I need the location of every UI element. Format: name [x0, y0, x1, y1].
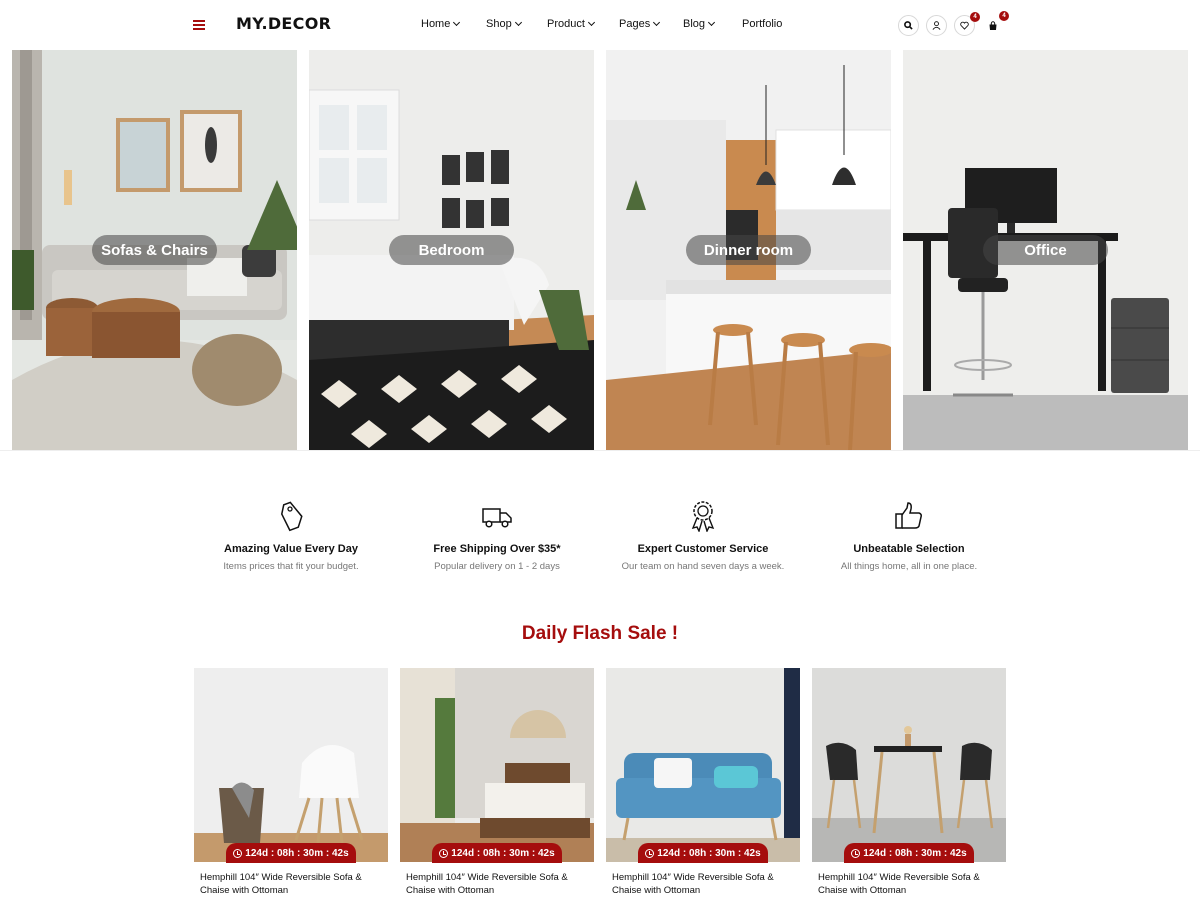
delivery-truck-icon [482, 508, 512, 528]
product-card[interactable]: 124d : 08h : 30m : 42s Hemphill 104″ Wid… [812, 668, 1006, 900]
category-label: Bedroom [389, 235, 514, 265]
category-label: Dinner room [686, 235, 811, 265]
feature-description: Our team on hand seven days a week. [621, 561, 785, 572]
account-button[interactable] [926, 15, 947, 36]
category-label: Office [983, 235, 1108, 265]
product-name[interactable]: Hemphill 104″ Wide Reversible Sofa & Cha… [818, 871, 1003, 897]
feature-description: Popular delivery on 1 - 2 days [434, 561, 560, 572]
category-banner-office[interactable]: Office [903, 50, 1188, 450]
nav-item-label: Product [547, 18, 585, 30]
chevron-down-icon [587, 18, 595, 27]
main-nav: Home Shop Product Pages Blog Portfolio [0, 18, 1200, 34]
nav-item-blog[interactable]: Blog [683, 18, 716, 30]
wishlist-count-badge: 4 [970, 12, 980, 22]
flash-sale-heading: Daily Flash Sale ! [521, 623, 679, 644]
feature-description: Items prices that fit your budget. [223, 561, 359, 572]
flash-sale-countdown: 124d : 08h : 30m : 42s [844, 843, 974, 863]
feature-expert-service: Expert Customer Service Our team on hand… [603, 500, 803, 572]
nav-item-pages[interactable]: Pages [619, 18, 661, 30]
product-image[interactable] [606, 668, 800, 862]
product-name[interactable]: Hemphill 104″ Wide Reversible Sofa & Cha… [406, 871, 591, 897]
feature-title: Unbeatable Selection [853, 543, 965, 555]
product-card[interactable]: 124d : 08h : 30m : 42s Hemphill 104″ Wid… [606, 668, 800, 900]
cart-icon [989, 20, 996, 30]
clock-icon [851, 848, 861, 858]
nav-item-portfolio[interactable]: Portfolio [742, 18, 782, 30]
feature-unbeatable-selection: Unbeatable Selection All things home, al… [809, 500, 1009, 572]
feature-title: Expert Customer Service [637, 543, 769, 555]
category-banner-bedroom[interactable]: Bedroom [309, 50, 594, 450]
feature-title: Amazing Value Every Day [224, 543, 358, 555]
chevron-down-icon [514, 18, 522, 27]
product-name[interactable]: Hemphill 104″ Wide Reversible Sofa & Cha… [200, 871, 385, 897]
chevron-down-icon [653, 18, 661, 27]
countdown-text: 124d : 08h : 30m : 42s [451, 847, 555, 859]
search-icon [904, 21, 913, 30]
feature-amazing-value: Amazing Value Every Day Items prices tha… [191, 500, 391, 572]
product-image[interactable] [812, 668, 1006, 862]
clock-icon [645, 848, 655, 858]
heart-icon [960, 21, 969, 30]
product-card[interactable]: 124d : 08h : 30m : 42s Hemphill 104″ Wid… [194, 668, 388, 900]
flash-sale-countdown: 124d : 08h : 30m : 42s [432, 843, 562, 863]
nav-item-label: Pages [619, 18, 651, 30]
product-image[interactable] [194, 668, 388, 862]
wishlist-button[interactable]: 4 [954, 12, 980, 36]
product-card[interactable]: 124d : 08h : 30m : 42s Hemphill 104″ Wid… [400, 668, 594, 900]
clock-icon [439, 848, 449, 858]
section-divider [0, 450, 1200, 451]
flash-sale-countdown: 124d : 08h : 30m : 42s [226, 843, 356, 863]
nav-item-label: Portfolio [742, 18, 783, 30]
nav-item-shop[interactable]: Shop [486, 18, 522, 30]
countdown-text: 124d : 08h : 30m : 42s [863, 847, 967, 859]
blue-sofa-image [606, 668, 800, 862]
nav-item-product[interactable]: Product [547, 18, 595, 30]
price-tag-icon [280, 501, 303, 532]
feature-description: All things home, all in one place. [840, 561, 978, 572]
countdown-text: 124d : 08h : 30m : 42s [657, 847, 761, 859]
category-label: Sofas & Chairs [92, 235, 217, 265]
nav-item-label: Blog [683, 18, 706, 30]
nav-item-label: Home [421, 18, 451, 30]
feature-free-shipping: Free Shipping Over $35* Popular delivery… [397, 500, 597, 572]
feature-title: Free Shipping Over $35* [433, 543, 561, 555]
search-button[interactable] [898, 15, 919, 36]
category-banner-sofas-chairs[interactable]: Sofas & Chairs [12, 50, 297, 450]
cart-button[interactable]: 4 [982, 11, 1009, 36]
nav-item-label: Shop [486, 18, 512, 30]
clock-icon [233, 848, 243, 858]
product-name[interactable]: Hemphill 104″ Wide Reversible Sofa & Cha… [612, 871, 797, 897]
chair-basket-image [194, 668, 388, 862]
countdown-text: 124d : 08h : 30m : 42s [245, 847, 349, 859]
dining-set-image [812, 668, 1006, 862]
bedroom-set-image [400, 668, 594, 862]
award-ribbon-icon [691, 501, 715, 532]
flash-sale-countdown: 124d : 08h : 30m : 42s [638, 843, 768, 863]
chevron-down-icon [453, 18, 461, 27]
user-icon [932, 21, 941, 30]
site-header: MY.DECOR Home Shop Product Pages Blog Po… [0, 0, 1200, 50]
product-image[interactable] [400, 668, 594, 862]
nav-item-home[interactable]: Home [421, 18, 461, 30]
cart-count-badge: 4 [999, 11, 1009, 21]
thumbs-up-icon [895, 502, 922, 529]
chevron-down-icon [707, 18, 716, 27]
category-banner-dinner-room[interactable]: Dinner room [606, 50, 891, 450]
